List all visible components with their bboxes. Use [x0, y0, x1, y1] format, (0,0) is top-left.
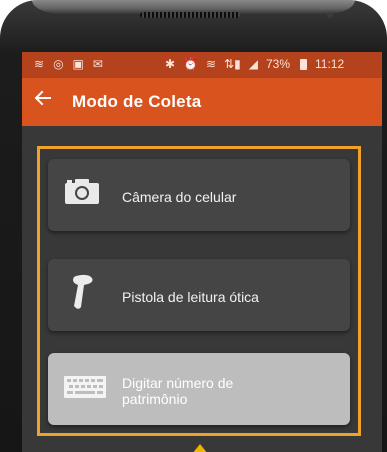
battery-percent: 73%: [265, 57, 291, 71]
gallery-icon: ▣: [72, 57, 84, 71]
phone-frame: ≋ ◎ ▣ ✉ ✱ ⏰ ≋ ⇅▮ ◢ 73% 11:12 Modo de Col…: [0, 0, 387, 452]
status-bar: ≋ ◎ ▣ ✉ ✱ ⏰ ≋ ⇅▮ ◢ 73% 11:12: [22, 52, 382, 78]
option-camera-label: Câmera do celular: [122, 189, 237, 205]
bluetooth-icon: ✱: [165, 57, 176, 71]
front-camera: [327, 12, 333, 18]
screen: ≋ ◎ ▣ ✉ ✱ ⏰ ≋ ⇅▮ ◢ 73% 11:12 Modo de Col…: [22, 52, 382, 452]
battery-icon: [300, 58, 308, 70]
keyboard-icon: [64, 371, 106, 402]
option-manual-entry-label-line1: Digitar número de: [122, 375, 234, 391]
option-scanner-gun[interactable]: Pistola de leitura ótica: [48, 259, 350, 331]
option-scanner-gun-label: Pistola de leitura ótica: [122, 289, 259, 305]
app-bar: Modo de Coleta: [22, 78, 382, 126]
arrow-left-icon[interactable]: [34, 89, 52, 113]
warning-triangle-icon: [192, 444, 208, 452]
barcode-scanner-gun-icon: [64, 274, 100, 316]
whatsapp-icon: ◎: [53, 57, 64, 71]
notification-icons: ≋ ◎ ▣ ✉: [34, 57, 103, 71]
earpiece-speaker: [140, 12, 240, 18]
wifi-notification-icon: ≋: [34, 57, 45, 71]
camera-icon: [64, 177, 100, 208]
option-camera[interactable]: Câmera do celular: [48, 159, 350, 231]
system-icons: ✱ ⏰ ≋ ⇅▮ ◢ 73% 11:12: [165, 57, 344, 71]
message-icon: ✉: [92, 57, 103, 71]
page-title: Modo de Coleta: [72, 92, 202, 111]
alarm-icon: ⏰: [183, 57, 199, 71]
data-icon: ⇅▮: [224, 57, 241, 71]
option-manual-entry-label-line2: patrimônio: [122, 391, 188, 407]
signal-icon: ◢: [248, 57, 258, 71]
collection-mode-list: Câmera do celular Pistola de leitura óti…: [22, 126, 382, 452]
option-manual-entry[interactable]: Digitar número de patrimônio: [48, 353, 350, 425]
clock: 11:12: [315, 57, 345, 71]
proximity-sensor: [292, 20, 296, 24]
option-manual-entry-label: Digitar número de patrimônio: [122, 375, 322, 407]
wifi-icon: ≋: [206, 57, 217, 71]
